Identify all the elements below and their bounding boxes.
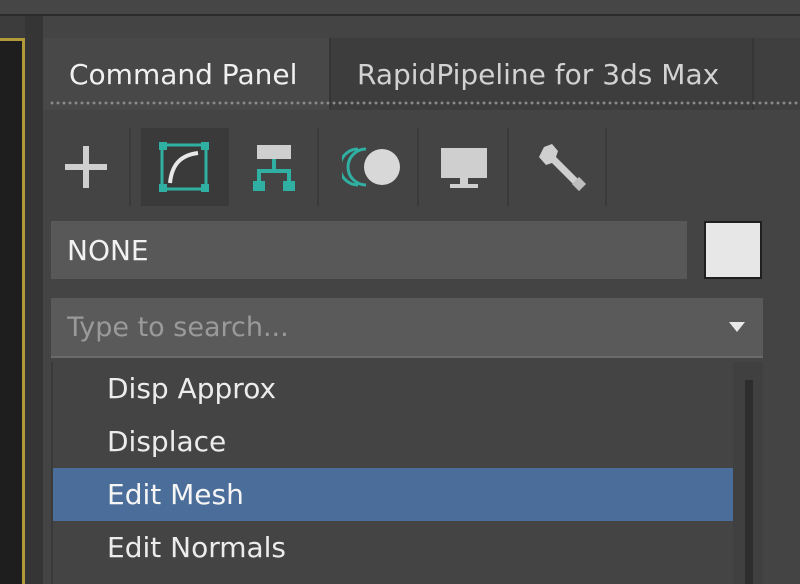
scrollbar-thumb[interactable]	[745, 380, 753, 584]
title-strip	[0, 0, 800, 14]
list-item[interactable]: Disp Approx	[53, 362, 733, 415]
create-icon	[65, 146, 107, 188]
modifier-search-input[interactable]	[51, 298, 701, 356]
command-panel-toolbar	[43, 128, 800, 206]
chevron-down-icon[interactable]	[729, 322, 745, 332]
display-icon	[441, 148, 487, 188]
list-item-selected[interactable]: Edit Mesh	[53, 468, 733, 521]
object-color-swatch[interactable]	[704, 221, 762, 279]
display-tab-button[interactable]	[421, 128, 509, 206]
hierarchy-tab-button[interactable]	[231, 128, 319, 206]
list-item[interactable]: Displace	[53, 415, 733, 468]
modify-tab-button[interactable]	[141, 128, 229, 206]
list-item[interactable]: Edit Normals	[53, 521, 733, 574]
list-scrollbar[interactable]	[733, 362, 763, 584]
hierarchy-icon	[253, 145, 295, 191]
create-tab-button[interactable]	[43, 128, 131, 206]
utilities-icon	[539, 144, 587, 192]
modify-icon	[159, 142, 209, 192]
motion-icon	[342, 147, 400, 187]
viewport[interactable]	[0, 38, 25, 584]
panel-gutter	[25, 16, 43, 584]
motion-tab-button[interactable]	[331, 128, 419, 206]
command-panel: Command Panel RapidPipeline for 3ds Max	[43, 16, 800, 584]
tab-drag-handle[interactable]	[49, 100, 800, 106]
modifier-list-dropdown[interactable]	[51, 298, 763, 358]
modifier-list: Disp Approx Displace Edit Mesh Edit Norm…	[51, 362, 733, 584]
utilities-tab-button[interactable]	[519, 128, 607, 206]
object-name-field[interactable]: NONE	[51, 221, 687, 279]
